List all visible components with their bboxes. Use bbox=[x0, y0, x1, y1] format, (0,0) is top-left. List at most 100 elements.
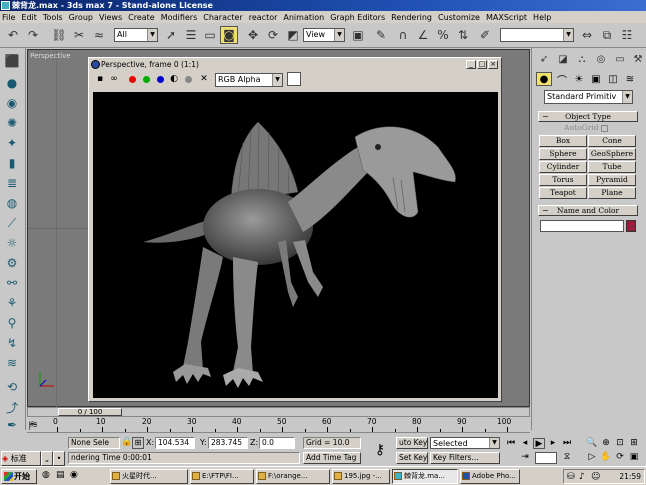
space-warp-tab-icon[interactable]: ◍ bbox=[3, 194, 21, 212]
cone-button[interactable]: Cone bbox=[588, 135, 636, 147]
menu-modifiers[interactable]: Modifiers bbox=[161, 13, 198, 22]
object-type-rollout[interactable]: − Object Type bbox=[538, 111, 638, 122]
media-quicklaunch-icon[interactable]: ◉ bbox=[70, 470, 82, 482]
helpers-icon[interactable]: ◫ bbox=[605, 72, 621, 86]
menu-rendering[interactable]: Rendering bbox=[391, 13, 432, 22]
color-swatch[interactable] bbox=[287, 72, 301, 86]
clear-icon[interactable]: ✕ bbox=[198, 73, 210, 85]
path-tab-icon[interactable]: ⤴ bbox=[3, 398, 21, 416]
lock-selection-icon[interactable]: 🔒 bbox=[121, 437, 132, 447]
tray-app-icon[interactable]: ☺ bbox=[591, 471, 600, 484]
absolute-mode-icon[interactable]: ⊞ bbox=[132, 437, 144, 449]
rectangular-selection-icon[interactable]: ▭ bbox=[201, 26, 219, 44]
menu-views[interactable]: Views bbox=[99, 13, 122, 22]
named-selection-dropdown[interactable]: ▼ bbox=[500, 28, 574, 42]
helper-tab-icon[interactable]: ≣ bbox=[3, 174, 21, 192]
go-to-end-icon[interactable]: ⏭ bbox=[561, 438, 573, 449]
menu-tools[interactable]: Tools bbox=[43, 13, 63, 22]
mono-toggle[interactable] bbox=[182, 73, 194, 85]
align-icon[interactable]: ⧉ bbox=[598, 26, 616, 44]
menu-character[interactable]: Character bbox=[203, 13, 243, 22]
y-coordinate-field[interactable]: 283.745 bbox=[208, 437, 248, 449]
time-slider-thumb[interactable]: 0 / 100 bbox=[58, 408, 122, 416]
x-coordinate-field[interactable]: 104.534 bbox=[155, 437, 195, 449]
taskbar-item[interactable]: F:\orange... bbox=[256, 469, 330, 484]
play-icon[interactable]: ▶ bbox=[533, 438, 545, 449]
spinner-snap-icon[interactable]: ⇅ bbox=[454, 26, 472, 44]
rotate-tab-icon[interactable]: ⟲ bbox=[3, 378, 21, 396]
autogrid-checkbox[interactable]: AutoGrid bbox=[564, 123, 608, 132]
light-tab-icon[interactable]: ✦ bbox=[3, 134, 21, 152]
previous-frame-icon[interactable]: ◂ bbox=[519, 438, 531, 449]
shape-tab-icon[interactable]: ✺ bbox=[3, 114, 21, 132]
menu-reactor[interactable]: reactor bbox=[249, 13, 278, 22]
field-of-view-icon[interactable]: ▷ bbox=[586, 452, 598, 463]
close-button[interactable]: × bbox=[488, 60, 498, 69]
network-icon[interactable]: ⛁ bbox=[567, 471, 575, 484]
object-name-input[interactable] bbox=[540, 220, 624, 232]
shapes-icon[interactable]: ⌒ bbox=[554, 72, 570, 87]
tool-tab-icon[interactable]: ✒ bbox=[3, 416, 21, 434]
time-slider[interactable]: 0 / 100 bbox=[27, 407, 530, 417]
modify-tab-icon[interactable]: ◪ bbox=[555, 52, 571, 66]
bind-space-warp-icon[interactable]: ≈ bbox=[90, 26, 108, 44]
angle-snap-icon[interactable]: ∠ bbox=[414, 26, 432, 44]
volume-icon[interactable]: ♪ bbox=[579, 471, 585, 484]
sphere-button[interactable]: Sphere bbox=[539, 148, 587, 160]
bone-tab-icon[interactable]: ⟋ bbox=[3, 214, 21, 232]
bend-tab-icon[interactable]: ↯ bbox=[3, 334, 21, 352]
menu-edit[interactable]: Edit bbox=[21, 13, 37, 22]
start-button[interactable]: 开始 bbox=[1, 469, 37, 484]
app-icon[interactable] bbox=[1, 1, 10, 10]
go-to-start-icon[interactable]: ⏮ bbox=[505, 438, 517, 449]
display-tab-icon[interactable]: ▭ bbox=[612, 52, 628, 66]
menu-help[interactable]: Help bbox=[533, 13, 551, 22]
menu-graph-editors[interactable]: Graph Editors bbox=[330, 13, 385, 22]
next-frame-icon[interactable]: ▸ bbox=[547, 438, 559, 449]
geosphere-button[interactable]: GeoSphere bbox=[588, 148, 636, 160]
motion-tab-icon[interactable]: ◎ bbox=[593, 52, 609, 66]
auto-key-button[interactable]: uto Key bbox=[396, 437, 428, 449]
save-bitmap-icon[interactable]: ▪ bbox=[94, 73, 106, 85]
mirror-icon[interactable]: ⇔ bbox=[578, 26, 596, 44]
maximize-viewport-icon[interactable]: ▣ bbox=[628, 452, 640, 463]
unlink-icon[interactable]: ✂ bbox=[70, 26, 88, 44]
sphere-tab-icon[interactable]: ● bbox=[3, 74, 21, 92]
menu-group[interactable]: Group bbox=[69, 13, 93, 22]
channel-dropdown[interactable]: RGB Alpha ▼ bbox=[215, 73, 283, 87]
select-manipulate-icon[interactable]: ✎ bbox=[372, 26, 390, 44]
maximize-button[interactable]: □ bbox=[477, 60, 487, 69]
select-link-icon[interactable]: ⛓ bbox=[50, 26, 68, 44]
browser-quicklaunch-icon[interactable]: ◍ bbox=[42, 470, 54, 482]
create-tab-icon[interactable]: ➶ bbox=[536, 52, 552, 66]
taskbar-item-active[interactable]: 棘背龙.ma... bbox=[392, 469, 458, 484]
z-coordinate-field[interactable]: 0.0 bbox=[259, 437, 295, 449]
camera-tab-icon[interactable]: ▮ bbox=[3, 154, 21, 172]
taskbar-item[interactable]: 195.jpg -... bbox=[332, 469, 390, 484]
pan-icon[interactable]: ✋ bbox=[600, 452, 612, 463]
percent-snap-icon[interactable]: % bbox=[434, 26, 452, 44]
redo-icon[interactable]: ↷ bbox=[24, 26, 42, 44]
snap-toggle-icon[interactable]: ∩ bbox=[394, 26, 412, 44]
minimize-button[interactable]: _ bbox=[466, 60, 476, 69]
plane-button[interactable]: Plane bbox=[588, 187, 636, 199]
select-and-rotate-icon[interactable]: ⟳ bbox=[264, 26, 282, 44]
box-tab-icon[interactable]: ⬛ bbox=[3, 52, 21, 70]
layer-manager-icon[interactable]: ☷ bbox=[618, 26, 636, 44]
window-crossing-icon[interactable]: ◙ bbox=[220, 26, 238, 44]
zoom-extents-icon[interactable]: ⊡ bbox=[614, 438, 626, 449]
menu-maxscript[interactable]: MAXScript bbox=[486, 13, 527, 22]
torus-button[interactable]: Torus bbox=[539, 174, 587, 186]
key-mode-dropdown[interactable]: Selected ▼ bbox=[430, 437, 500, 449]
cylinder-tab-icon[interactable]: ◉ bbox=[3, 94, 21, 112]
pyramid-button[interactable]: Pyramid bbox=[588, 174, 636, 186]
clone-window-icon[interactable]: ∞ bbox=[108, 73, 120, 85]
menu-file[interactable]: File bbox=[2, 13, 15, 22]
lights-icon[interactable]: ☀ bbox=[571, 72, 587, 86]
key-icon[interactable]: ⚷ bbox=[368, 438, 392, 462]
arc-rotate-icon[interactable]: ⟳ bbox=[614, 452, 626, 463]
zoom-icon[interactable]: 🔍 bbox=[586, 438, 598, 449]
taskbar-item[interactable]: E:\FTP\FI... bbox=[190, 469, 254, 484]
menu-create[interactable]: Create bbox=[128, 13, 155, 22]
add-time-tag-button[interactable]: Add Time Tag bbox=[303, 452, 361, 464]
